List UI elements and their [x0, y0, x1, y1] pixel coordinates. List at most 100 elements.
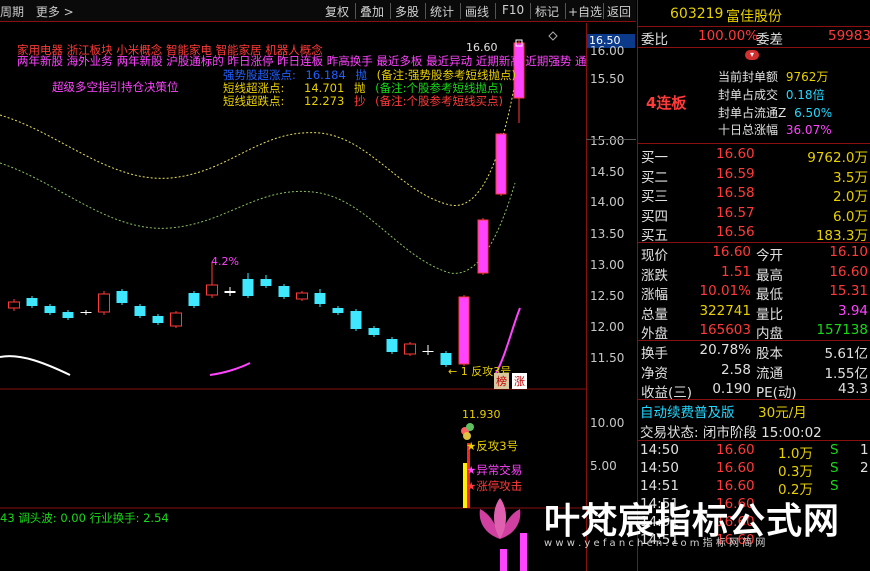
- bid-price: 16.60: [716, 146, 755, 162]
- fund-value: 2.58: [720, 361, 751, 378]
- info-label: 当前封单额: [718, 70, 779, 84]
- y-tick: 14.50: [590, 165, 625, 179]
- promo-price: 30元/月: [758, 405, 807, 421]
- weicha-label: 委差: [756, 32, 783, 48]
- stock-name[interactable]: 富佳股份: [726, 6, 782, 26]
- info-value: 6.50%: [794, 106, 833, 120]
- stat-value: 157138: [816, 322, 868, 338]
- fund-value: 0.190: [712, 381, 751, 397]
- promo-text: 自动续费普及版: [640, 405, 735, 421]
- candle-body: [206, 284, 218, 296]
- site-watermark: 叶梵宸指标公式网 w w w . y e f a n c h e n . c o…: [466, 490, 870, 571]
- axis-tick-line: [586, 139, 636, 140]
- bid-row: 买三 16.58 2.0万: [638, 184, 870, 205]
- stat-value: 3.94: [837, 302, 868, 319]
- y-tick: 16.00: [590, 44, 625, 58]
- collapse-chevron-icon[interactable]: ▾: [745, 50, 759, 60]
- fund-value: 20.78%: [699, 342, 751, 358]
- stat-label: 量比: [756, 306, 783, 323]
- bid-volume: 3.5万: [833, 169, 868, 186]
- toolbar-divider: [425, 3, 426, 19]
- stock-code[interactable]: 603219: [670, 6, 723, 22]
- weibi-label: 委比: [641, 32, 668, 48]
- stat-value: 1.51: [720, 263, 751, 280]
- restore-rights-button[interactable]: 复权: [322, 2, 352, 20]
- tick-time: 14:50: [640, 460, 679, 476]
- tick-price: 16.60: [716, 442, 755, 458]
- toolbar-left: 周期 更多 >: [0, 3, 82, 20]
- mark-button[interactable]: 标记: [532, 2, 562, 20]
- fund-value: 1.55亿: [824, 365, 868, 382]
- bid-row: 买五 16.56 183.3万: [638, 223, 870, 244]
- short-bottom-note: (备注:个股参考短线买点): [375, 94, 503, 108]
- statistics-button[interactable]: 统计: [427, 2, 457, 20]
- candle-body: [116, 291, 128, 303]
- concept-rest: 两年新股 沪股通标的 昨日涨停 昨日连板 昨高换手 最近多板 最近异动 近期新高…: [116, 54, 587, 68]
- overlay-button[interactable]: 叠加: [357, 2, 387, 20]
- candle-body: [332, 308, 344, 313]
- fund-label: PE(动): [756, 385, 797, 401]
- stat-label: 最低: [756, 287, 783, 303]
- back-button[interactable]: 返回: [604, 2, 634, 20]
- candle-body: [386, 339, 398, 352]
- y-tick: 13.50: [590, 227, 625, 241]
- super-label: 超级多空指引持仓决策位: [52, 80, 179, 94]
- toolbar-divider: [495, 3, 496, 19]
- more-menu[interactable]: 更多 >: [36, 5, 74, 19]
- signal-counter-attack: ★反攻3号: [466, 439, 519, 453]
- info-row: 当前封单额 9762万: [718, 68, 828, 85]
- bid-row: 买二 16.59 3.5万: [638, 165, 870, 186]
- support-line-magenta: [209, 362, 251, 376]
- bottom-indicator-status: 43 调头波: 0.00 行业换手: 2.54: [0, 511, 169, 525]
- lotus-logo-icon: [479, 498, 521, 539]
- stat-value: 16.60: [712, 244, 751, 260]
- fund-value: 5.61亿: [824, 346, 868, 362]
- candle-body: [477, 219, 489, 274]
- trade-state: 交易状态: 闭市阶段 15:00:02: [640, 425, 822, 441]
- weibi-value: 100.00%: [698, 28, 759, 44]
- bid-price: 16.58: [716, 185, 755, 201]
- y-tick: 10.00: [590, 416, 625, 430]
- fund-label: 流通: [756, 365, 783, 382]
- diamond-icon: [548, 31, 558, 41]
- fund-row: 换手 20.78% 股本 5.61亿: [638, 341, 870, 362]
- add-watchlist-button[interactable]: +自选: [565, 2, 605, 20]
- stat-value: 15.31: [829, 283, 868, 299]
- low-price-label: 11.930: [462, 408, 501, 421]
- bid-row: 买一 16.60 9762.0万: [638, 145, 870, 166]
- stat-label: 今开: [756, 248, 783, 264]
- candle-body: [224, 291, 236, 293]
- info-value: 36.07%: [785, 123, 832, 137]
- promo-row[interactable]: 自动续费普及版 30元/月: [638, 400, 870, 421]
- tick-count: 1: [860, 442, 869, 458]
- bid-volume: 2.0万: [833, 189, 868, 205]
- candle-body: [134, 306, 146, 316]
- support-line-white: [0, 355, 71, 376]
- fund-label: 净资: [641, 365, 668, 382]
- multi-stock-button[interactable]: 多股: [392, 2, 422, 20]
- stat-row: 外盘 165603 内盘 157138: [638, 321, 870, 342]
- candle-body: [260, 279, 272, 286]
- candle-body: [170, 312, 182, 327]
- weicha-value: 59983: [828, 28, 870, 44]
- period-menu[interactable]: 周期: [0, 5, 24, 19]
- signal-abnormal-trade: ★异常交易: [466, 463, 523, 477]
- f10-button[interactable]: F10: [499, 2, 527, 20]
- candle-body: [188, 293, 200, 306]
- draw-line-button[interactable]: 画线: [462, 2, 492, 20]
- stock-header: 603219 富佳股份: [638, 0, 870, 27]
- stat-row: 现价 16.60 今开 16.10: [638, 243, 870, 264]
- limit-up-badge: 涨: [512, 373, 527, 389]
- y-tick: 14.00: [590, 195, 625, 209]
- fund-row: 收益(三) 0.190 PE(动) 43.3: [638, 380, 870, 401]
- quote-panel: 603219 富佳股份 委比 100.00% 委差 59983 ▾ 4连板 当前…: [637, 0, 870, 571]
- trade-state-row: 交易状态: 闭市阶段 15:00:02: [638, 420, 870, 441]
- toolbar-divider: [530, 3, 531, 19]
- tick-row: 14:50 16.60 1.0万 S 1: [638, 441, 870, 462]
- y-tick: 5.00: [590, 459, 617, 473]
- stat-label: 总量: [641, 306, 668, 323]
- chart-toolbar: 周期 更多 > 复权 叠加 多股 统计 画线 F10 标记 +自选 返回: [0, 0, 636, 22]
- toolbar-divider: [355, 3, 356, 19]
- short-bottom-line: 短线超跌点: 12.273 抄 (备注:个股参考短线买点): [223, 93, 503, 109]
- middle-band-line: [0, 162, 516, 274]
